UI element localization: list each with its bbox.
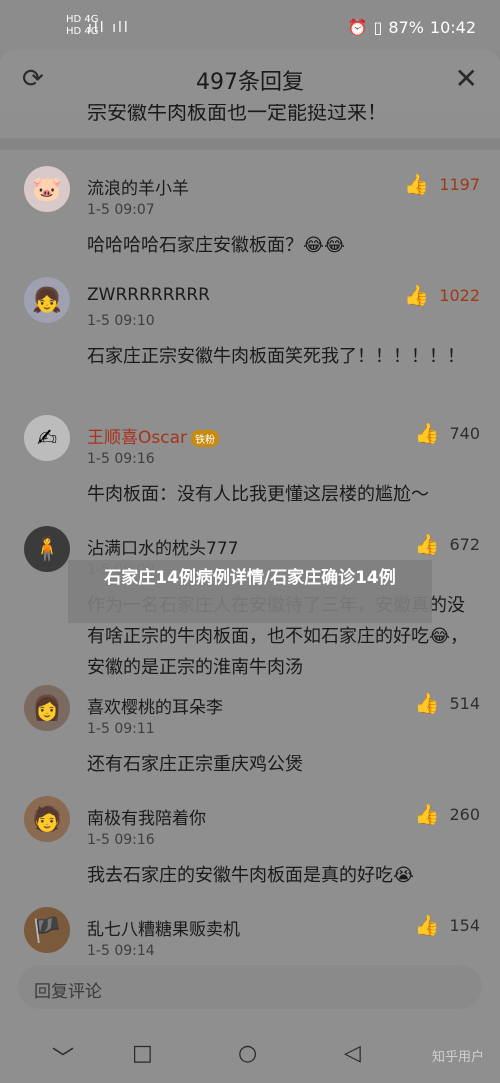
comment-time: 1-5 09:14 — [87, 943, 155, 959]
thumbs-up-icon: 👍 — [404, 172, 430, 196]
like-button[interactable]: 👍 260 — [415, 802, 480, 826]
battery-level: 87% — [388, 18, 424, 37]
like-count: 514 — [449, 693, 480, 713]
author-name: 王顺喜Oscar — [87, 428, 187, 448]
alarm-icon: ⏰ — [347, 18, 368, 37]
author-name: 流浪的羊小羊 — [87, 179, 189, 199]
fan-badge: 铁粉 — [191, 429, 219, 447]
parent-comment-snippet: 宗安徽牛肉板面也一定能挺过来！ — [87, 104, 387, 124]
nav-recents-icon[interactable]: □ — [132, 1041, 153, 1066]
sheet-header: ⟳ 497条回复 ✕ — [0, 50, 500, 110]
comment-list: 🐷 流浪的羊小羊 1-5 09:07 哈哈哈哈石家庄安徽板面？😂😂 👍 1197 👧 ZWRR… — [0, 150, 500, 959]
comment-time: 1-5 09:07 — [87, 202, 155, 218]
clock: 10:42 — [429, 18, 476, 37]
like-count: 260 — [449, 804, 480, 824]
reply-input[interactable]: 回复评论 — [18, 965, 482, 1009]
comment-time: 1-5 09:16 — [87, 832, 155, 848]
like-count: 672 — [449, 534, 480, 554]
comment-text: 还有石家庄正宗重庆鸡公煲 — [87, 754, 303, 775]
vibrate-icon: ▯ — [373, 18, 383, 37]
comment-item[interactable]: 👧 ZWRRRRRRRR 1-5 09:10 石家庄正宗安徽牛肉板面笑死我了！！！！！… — [0, 261, 500, 399]
comment-item[interactable]: 👩 喜欢樱桃的耳朵李 1-5 09:11 还有石家庄正宗重庆鸡公煲 👍 514 — [0, 669, 500, 780]
nav-home-icon[interactable]: ○ — [238, 1041, 257, 1066]
author-name: 沾满口水的枕头777 — [87, 539, 239, 559]
comment-author[interactable]: ZWRRRRRRRR — [87, 285, 210, 305]
avatar[interactable]: 🏴 — [24, 907, 70, 953]
comment-text: 哈哈哈哈石家庄安徽板面？😂😂 — [87, 235, 346, 256]
thumbs-up-icon: 👍 — [414, 802, 440, 826]
nav-back-icon[interactable]: ◁ — [344, 1041, 361, 1066]
parent-comment-text: 宗安徽牛肉板面也一定能挺过来！ — [0, 104, 500, 139]
like-button[interactable]: 👍 154 — [415, 913, 480, 937]
comment-time: 1-5 09:16 — [87, 451, 155, 467]
avatar[interactable]: 👩 — [24, 685, 70, 731]
comment-author[interactable]: 喜欢樱桃的耳朵李 — [87, 693, 223, 718]
avatar[interactable]: 🧑 — [24, 796, 70, 842]
like-button[interactable]: 👍 514 — [415, 691, 480, 715]
nav-collapse-icon[interactable]: ﹀ — [52, 1041, 74, 1073]
comment-item[interactable]: ✍ 王顺喜Oscar 铁粉 1-5 09:16 牛肉板面：没有人比我更懂这层楼的尴尬～ 👍… — [0, 399, 500, 510]
thumbs-up-icon: 👍 — [414, 421, 440, 445]
comment-item[interactable]: 🏴 乱七八糟糖果贩卖机 1-5 09:14 👍 154 — [0, 891, 500, 959]
comment-time: 1-5 09:11 — [87, 721, 155, 737]
avatar[interactable]: 👧 — [24, 277, 70, 323]
like-button[interactable]: 👍 672 — [415, 532, 480, 556]
author-name: 南极有我陪着你 — [87, 809, 206, 829]
avatar[interactable]: 🐷 — [24, 166, 70, 212]
comment-author[interactable]: 南极有我陪着你 — [87, 804, 206, 829]
comment-item[interactable]: 🐷 流浪的羊小羊 1-5 09:07 哈哈哈哈石家庄安徽板面？😂😂 👍 1197 — [0, 150, 500, 261]
comment-item[interactable]: 🧑 南极有我陪着你 1-5 09:16 我去石家庄的安徽牛肉板面是真的好吃😭 👍 260 — [0, 780, 500, 891]
system-nav-bar: ﹀ □ ○ ◁ — [0, 1025, 500, 1083]
like-count: 1197 — [439, 174, 480, 194]
comment-text: 牛肉板面：没有人比我更懂这层楼的尴尬～ — [87, 484, 429, 505]
like-button[interactable]: 👍 740 — [415, 421, 480, 445]
author-name: ZWRRRRRRRR — [87, 285, 210, 305]
divider — [0, 138, 500, 150]
comment-time: 1-5 09:10 — [87, 313, 155, 329]
comment-author[interactable]: 乱七八糟糖果贩卖机 — [87, 915, 240, 940]
like-count: 154 — [449, 915, 480, 935]
signal-icon: ıll ıll — [88, 20, 130, 36]
comment-author[interactable]: 王顺喜Oscar 铁粉 — [87, 423, 219, 448]
like-button[interactable]: 👍 1022 — [404, 283, 480, 307]
comment-author[interactable]: 流浪的羊小羊 — [87, 174, 189, 199]
comment-text: 我去石家庄的安徽牛肉板面是真的好吃😭 — [87, 865, 415, 886]
page-title: 497条回复 — [196, 70, 304, 95]
author-name: 喜欢樱桃的耳朵李 — [87, 698, 223, 718]
comment-author[interactable]: 沾满口水的枕头777 — [87, 534, 238, 559]
comment-text: 石家庄正宗安徽牛肉板面笑死我了！！！！！！ — [87, 346, 465, 367]
thumbs-up-icon: 👍 — [414, 532, 440, 556]
avatar[interactable]: ✍ — [24, 415, 70, 461]
close-icon[interactable]: ✕ — [455, 62, 478, 95]
author-name: 乱七八糟糖果贩卖机 — [87, 920, 240, 940]
reply-sheet: ⟳ 497条回复 ✕ 宗安徽牛肉板面也一定能挺过来！ 🐷 流浪的羊小羊 1-5 09… — [0, 50, 500, 1083]
thumbs-up-icon: 👍 — [414, 913, 440, 937]
status-bar: HD 4G HD 4G ıll ıll ⏰ ▯ 87% 10:42 — [0, 0, 500, 50]
caption-overlay: 石家庄14例病例详情/石家庄确诊14例 — [68, 560, 432, 623]
reply-placeholder: 回复评论 — [34, 982, 102, 1002]
thumbs-up-icon: 👍 — [404, 283, 430, 307]
like-button[interactable]: 👍 1197 — [404, 172, 480, 196]
status-right: ⏰ ▯ 87% 10:42 — [348, 18, 476, 37]
avatar[interactable]: 🧍 — [24, 526, 70, 572]
watermark: 知乎用户 — [431, 1050, 484, 1065]
like-count: 1022 — [439, 285, 480, 305]
reply-bar: 回复评论 — [0, 965, 500, 1025]
like-count: 740 — [449, 423, 480, 443]
thumbs-up-icon: 👍 — [414, 691, 440, 715]
